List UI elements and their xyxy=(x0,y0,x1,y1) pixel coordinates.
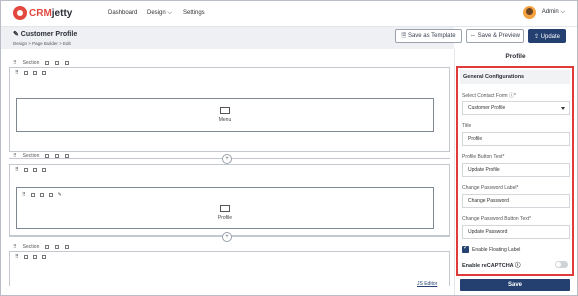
change-password-input[interactable]: Change Password xyxy=(462,194,570,208)
section-label: Section xyxy=(22,152,40,159)
widget-label: Menu xyxy=(218,117,232,123)
general-configurations: General Configurations Select Contact Fo… xyxy=(456,66,574,276)
builder-canvas: ⠿ Section ⠿ Menu + ⠿ Section ⠿ ⠿ ✎ Profi… xyxy=(9,54,450,286)
add-section-icon[interactable]: + xyxy=(222,232,232,242)
delete-icon[interactable] xyxy=(65,60,70,65)
title-input[interactable]: Profile xyxy=(462,132,570,146)
delete-icon[interactable] xyxy=(65,153,70,158)
update-button[interactable]: ⇪ Update xyxy=(528,29,566,43)
edit-icon[interactable]: ✎ xyxy=(58,192,62,198)
settings-icon[interactable] xyxy=(32,70,37,75)
change-password-button-input[interactable]: Update Password xyxy=(462,225,570,239)
copy-icon[interactable] xyxy=(23,70,28,75)
settings-icon[interactable] xyxy=(39,192,44,197)
delete-icon[interactable] xyxy=(48,192,53,197)
page-title: ✎ Customer Profile xyxy=(13,31,78,38)
recaptcha-toggle[interactable] xyxy=(555,261,568,268)
change-password-label: Change Password Label* xyxy=(462,185,519,191)
save-preview-button[interactable]: ⇔ Save & Preview xyxy=(466,29,524,43)
floating-label-text: Enable Floating Label xyxy=(472,247,521,253)
contact-form-value: Customer Profile xyxy=(468,105,506,111)
breadcrumb: Design > Page Builder > Edit xyxy=(13,41,71,46)
logo-text-crm: CRM xyxy=(29,7,52,19)
save-button[interactable]: Save xyxy=(460,279,570,291)
drag-handle-icon[interactable]: ⠿ xyxy=(15,167,19,173)
section-box: ⠿ ⠿ ✎ Profile xyxy=(9,164,450,236)
save-icon[interactable] xyxy=(45,244,50,249)
nav-dashboard[interactable]: Dashboard xyxy=(108,10,137,16)
section-2[interactable]: ⠿ Section ⠿ ⠿ ✎ Profile xyxy=(9,151,450,236)
config-heading: General Configurations xyxy=(460,70,570,84)
delete-icon[interactable] xyxy=(41,254,46,259)
change-password-button-label: Change Password Button Text* xyxy=(462,216,532,222)
page-header: ✎ Customer Profile Design > Page Builder… xyxy=(1,27,454,49)
column-toolbar: ⠿ xyxy=(10,68,449,77)
settings-icon[interactable] xyxy=(32,254,37,259)
user-menu[interactable]: Admin ⌵ xyxy=(522,6,565,19)
title-label: Title xyxy=(462,123,472,129)
js-editor-link[interactable]: JS Editor xyxy=(417,281,437,287)
section-1[interactable]: ⠿ Section ⠿ Menu xyxy=(9,58,450,152)
logo-icon xyxy=(13,6,27,20)
section-label: Section xyxy=(22,243,40,250)
column-toolbar: ⠿ xyxy=(10,165,449,174)
nav-design[interactable]: Design ⌵ xyxy=(147,10,172,17)
drag-handle-icon[interactable]: ⠿ xyxy=(13,244,17,250)
section-label: Section xyxy=(22,59,40,66)
drag-handle-icon[interactable]: ⠿ xyxy=(22,192,26,198)
section-3[interactable]: ⠿ Section ⠿ xyxy=(9,242,450,286)
floating-label-checkbox[interactable] xyxy=(462,244,469,253)
nav-settings[interactable]: Settings xyxy=(183,10,205,16)
section-toolbar: ⠿ Section xyxy=(9,242,450,251)
recaptcha-label: Enable reCAPTCHA ⓘ xyxy=(462,263,521,269)
user-name: Admin ⌵ xyxy=(541,9,565,15)
save-icon[interactable] xyxy=(45,153,50,158)
column-toolbar: ⠿ xyxy=(10,252,449,261)
copy-icon[interactable] xyxy=(30,192,35,197)
delete-icon[interactable] xyxy=(41,70,46,75)
settings-icon[interactable] xyxy=(32,167,37,172)
profile-icon xyxy=(220,205,230,212)
section-box: ⠿ xyxy=(9,251,450,286)
section-toolbar: ⠿ Section xyxy=(9,151,450,160)
panel-title: Profile xyxy=(505,53,526,60)
copy-icon[interactable] xyxy=(55,244,60,249)
section-toolbar: ⠿ Section xyxy=(9,58,450,67)
section-box: ⠿ Menu xyxy=(9,67,450,152)
copy-icon[interactable] xyxy=(23,254,28,259)
logo-text-jetty: jetty xyxy=(51,7,73,19)
contact-form-label: Select Contact Form ⓘ* xyxy=(462,93,516,99)
copy-icon[interactable] xyxy=(23,167,28,172)
menu-icon xyxy=(220,107,230,114)
button-text-input[interactable]: Update Profile xyxy=(462,163,570,177)
save-icon[interactable] xyxy=(45,60,50,65)
drag-handle-icon[interactable]: ⠿ xyxy=(13,60,17,66)
delete-icon[interactable] xyxy=(65,244,70,249)
button-text-label: Profile Button Text* xyxy=(462,154,505,160)
copy-icon[interactable] xyxy=(55,153,60,158)
drag-handle-icon[interactable]: ⠿ xyxy=(13,153,17,159)
profile-widget[interactable]: ⠿ ✎ Profile xyxy=(16,187,434,229)
avatar xyxy=(522,6,536,19)
save-as-template-button[interactable]: 🗎 Save as Template xyxy=(395,29,462,43)
delete-icon[interactable] xyxy=(41,167,46,172)
chevron-down-icon xyxy=(561,107,565,110)
copy-icon[interactable] xyxy=(55,60,60,65)
widget-toolbar: ⠿ ✎ xyxy=(17,190,62,199)
menu-widget[interactable]: Menu xyxy=(16,98,434,132)
contact-form-select[interactable]: Customer Profile xyxy=(462,101,570,115)
drag-handle-icon[interactable]: ⠿ xyxy=(15,70,19,76)
widget-label: Profile xyxy=(217,215,233,221)
logo[interactable]: CRMjetty xyxy=(13,6,72,20)
top-nav: CRMjetty Dashboard Design ⌵ Settings Adm… xyxy=(1,1,577,27)
drag-handle-icon[interactable]: ⠿ xyxy=(15,254,19,260)
